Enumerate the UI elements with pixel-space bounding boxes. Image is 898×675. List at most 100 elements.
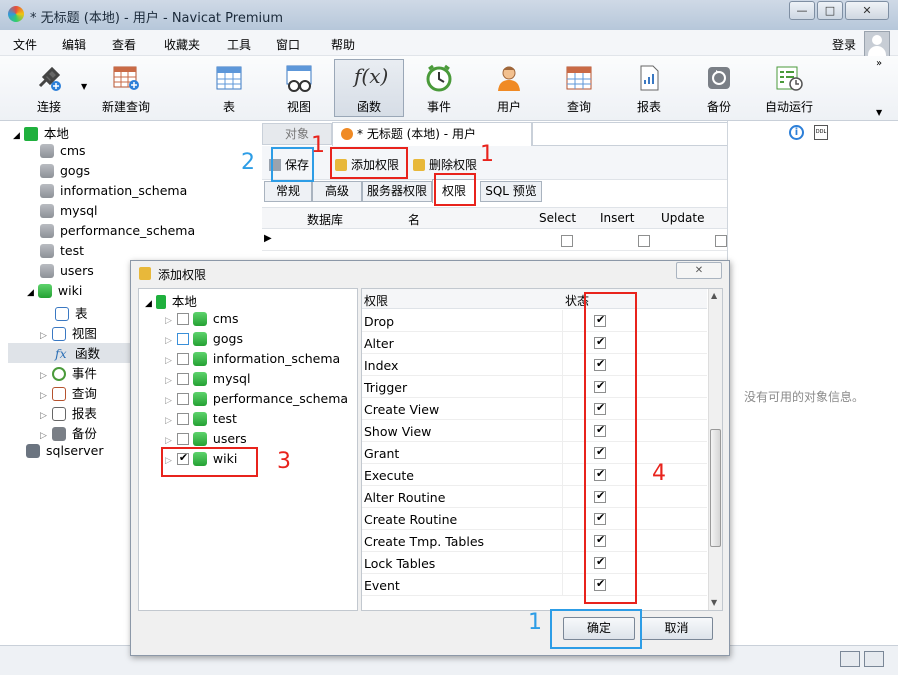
tree-db-cms[interactable]: cms xyxy=(40,143,86,163)
scroll-up-icon[interactable]: ▲ xyxy=(711,291,717,300)
expand-arrow-icon[interactable]: ▷ xyxy=(40,331,47,341)
dialog-tree-root[interactable]: ◢ 本地 xyxy=(145,291,197,311)
expand-arrow-icon[interactable]: ▷ xyxy=(40,431,47,441)
privilege-row[interactable]: Create View xyxy=(362,398,707,420)
view-button[interactable]: 视图 xyxy=(272,56,326,118)
expand-arrow-icon[interactable]: ▷ xyxy=(40,371,47,381)
info-icon[interactable]: i xyxy=(789,125,804,140)
backup-button[interactable]: 备份 xyxy=(692,56,746,118)
avatar[interactable] xyxy=(864,31,890,57)
tree-wiki-views[interactable]: ▷ 视图 xyxy=(40,323,97,343)
db-checkbox[interactable] xyxy=(176,313,189,325)
tab-user-editor[interactable]: * 无标题 (本地) - 用户 xyxy=(332,122,532,146)
privilege-row[interactable]: Drop xyxy=(362,310,707,332)
layout-list-icon[interactable] xyxy=(840,651,860,667)
expand-arrow-icon[interactable]: ▷ xyxy=(40,411,47,421)
subtab-sql-preview[interactable]: SQL 预览 xyxy=(480,181,542,202)
dialog-db-mysql[interactable]: ▷ mysql xyxy=(165,371,250,391)
tree-db-users[interactable]: users xyxy=(40,263,94,283)
db-checkbox[interactable] xyxy=(176,433,189,445)
menu-file[interactable]: 文件 xyxy=(13,36,37,53)
dialog-db-performance-schema[interactable]: ▷ performance_schema xyxy=(165,391,348,411)
ddl-icon[interactable]: DDL xyxy=(814,125,828,140)
table-button[interactable]: 表 xyxy=(202,56,256,118)
db-checkbox[interactable] xyxy=(176,333,189,345)
insert-checkbox[interactable] xyxy=(637,235,650,247)
privilege-row[interactable]: Show View xyxy=(362,420,707,442)
tree-wiki-tables[interactable]: 表 xyxy=(55,303,88,323)
minimize-button[interactable]: — xyxy=(789,1,815,20)
scrollbar-thumb[interactable] xyxy=(710,429,721,547)
select-checkbox[interactable] xyxy=(561,235,573,247)
db-checkbox[interactable] xyxy=(176,393,189,405)
tree-db-performance-schema[interactable]: performance_schema xyxy=(40,223,195,243)
tree-db-test[interactable]: test xyxy=(40,243,84,263)
col-select[interactable]: Select xyxy=(539,211,576,225)
collapse-arrow-icon[interactable]: ◢ xyxy=(27,288,34,298)
col-update[interactable]: Update xyxy=(661,211,704,225)
delete-privilege-button[interactable]: 删除权限 xyxy=(413,156,477,173)
connect-dropdown-icon[interactable]: ▼ xyxy=(81,82,87,91)
subtab-advanced[interactable]: 高级 xyxy=(312,181,362,202)
tree-db-wiki[interactable]: ◢ wiki xyxy=(27,283,82,303)
privilege-row[interactable]: Create Routine xyxy=(362,508,707,530)
maximize-button[interactable]: □ xyxy=(817,1,843,20)
user-button[interactable]: 用户 xyxy=(482,56,536,118)
update-checkbox[interactable] xyxy=(714,235,727,247)
collapse-arrow-icon[interactable]: ◢ xyxy=(13,131,20,141)
cancel-button[interactable]: 取消 xyxy=(640,617,713,640)
grid-scrollbar[interactable]: ▲ ▼ xyxy=(708,289,722,610)
menu-window[interactable]: 窗口 xyxy=(276,36,300,53)
connect-button[interactable]: 连接 xyxy=(22,56,76,118)
tree-wiki-queries[interactable]: ▷ 查询 xyxy=(40,383,97,403)
privilege-row[interactable]: Event xyxy=(362,574,707,596)
dialog-db-gogs[interactable]: ▷ gogs xyxy=(165,331,243,351)
new-query-button[interactable]: 新建查询 xyxy=(97,56,155,118)
toolbar-dropdown-icon[interactable]: ▼ xyxy=(876,108,882,117)
event-button[interactable]: 事件 xyxy=(412,56,466,118)
tree-connection-local[interactable]: ◢ 本地 xyxy=(13,123,69,143)
menu-help[interactable]: 帮助 xyxy=(331,36,355,53)
db-checkbox[interactable] xyxy=(176,353,189,365)
privilege-row[interactable]: Alter xyxy=(362,332,707,354)
collapse-arrow-icon[interactable]: ◢ xyxy=(145,299,152,309)
login-link[interactable]: 登录 xyxy=(832,36,856,53)
tree-db-information-schema[interactable]: information_schema xyxy=(40,183,187,203)
menu-view[interactable]: 查看 xyxy=(112,36,136,53)
db-checkbox[interactable] xyxy=(176,413,189,425)
col-database[interactable]: 数据库 xyxy=(307,211,343,228)
col-privilege[interactable]: 权限 xyxy=(364,292,388,309)
report-button[interactable]: 报表 xyxy=(622,56,676,118)
privilege-row[interactable]: Create Tmp. Tables xyxy=(362,530,707,552)
query-button[interactable]: 查询 xyxy=(552,56,606,118)
table-row[interactable]: ▶ xyxy=(262,229,727,251)
tree-db-mysql[interactable]: mysql xyxy=(40,203,98,223)
privilege-row[interactable]: Lock Tables xyxy=(362,552,707,574)
function-button[interactable]: f(x) 函数 xyxy=(334,59,404,117)
close-button[interactable]: ✕ xyxy=(845,1,889,20)
privilege-row[interactable]: Index xyxy=(362,354,707,376)
privilege-row[interactable]: Alter Routine xyxy=(362,486,707,508)
tree-connection-sqlserver[interactable]: sqlserver xyxy=(26,443,104,463)
toolbar-overflow-icon[interactable]: » xyxy=(876,58,882,69)
dialog-db-cms[interactable]: ▷ cms xyxy=(165,311,238,331)
dialog-db-test[interactable]: ▷ test xyxy=(165,411,237,431)
db-checkbox[interactable] xyxy=(176,373,189,385)
col-insert[interactable]: Insert xyxy=(600,211,634,225)
tree-wiki-events[interactable]: ▷ 事件 xyxy=(40,363,97,383)
menu-edit[interactable]: 编辑 xyxy=(62,36,86,53)
scroll-down-icon[interactable]: ▼ xyxy=(711,598,717,607)
dialog-close-button[interactable]: ✕ xyxy=(676,262,722,279)
col-name[interactable]: 名 xyxy=(408,211,420,228)
menu-tools[interactable]: 工具 xyxy=(227,36,251,53)
privilege-row[interactable]: Trigger xyxy=(362,376,707,398)
subtab-general[interactable]: 常规 xyxy=(264,181,312,202)
tree-wiki-backups[interactable]: ▷ 备份 xyxy=(40,423,97,443)
menu-favorites[interactable]: 收藏夹 xyxy=(164,36,200,53)
tree-wiki-reports[interactable]: ▷ 报表 xyxy=(40,403,97,423)
schedule-button[interactable]: 自动运行 xyxy=(758,56,820,118)
dialog-db-information-schema[interactable]: ▷ information_schema xyxy=(165,351,340,371)
layout-detail-icon[interactable] xyxy=(864,651,884,667)
expand-arrow-icon[interactable]: ▷ xyxy=(40,391,47,401)
tree-db-gogs[interactable]: gogs xyxy=(40,163,90,183)
